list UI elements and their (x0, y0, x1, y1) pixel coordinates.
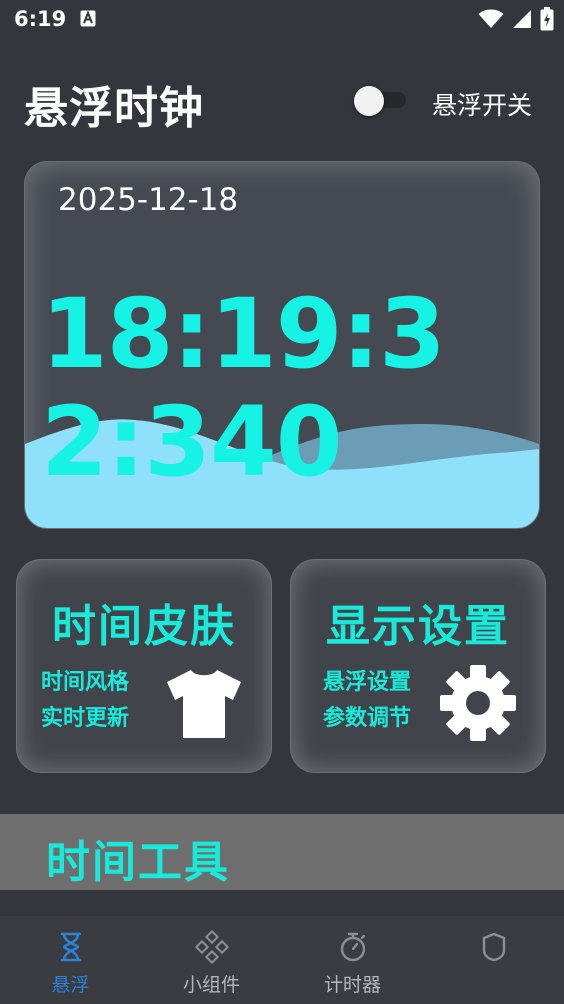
nav-item-float[interactable]: 悬浮 (0, 916, 141, 1004)
clock-time: 18:19:32:340 (41, 278, 446, 498)
clock-card: 2025-12-18 18:19:32:340 (25, 162, 539, 528)
notification-a-icon (80, 10, 96, 27)
display-settings-line2: 参数调节 (323, 706, 412, 731)
status-time: 6:19 (14, 7, 67, 31)
nav-item-timer[interactable]: 计时器 (282, 916, 423, 1004)
bottom-nav: 悬浮 小组件 计时器 (0, 916, 564, 1004)
tshirt-icon (167, 670, 241, 738)
app-title: 悬浮时钟 (24, 83, 204, 134)
time-skin-line1: 时间风格 (41, 670, 130, 695)
nav-label-float: 悬浮 (51, 974, 90, 996)
status-bar: 6:19 (0, 0, 564, 40)
wifi-icon (478, 9, 504, 28)
clock-date: 2025-12-18 (58, 182, 239, 218)
float-toggle-label: 悬浮开关 (432, 91, 533, 120)
nav-label-timer: 计时器 (323, 974, 381, 996)
time-tools-section: 时间工具 (0, 814, 564, 890)
time-skin-title: 时间皮肤 (52, 601, 236, 652)
hourglass-icon (60, 932, 81, 962)
nav-label-widgets: 小组件 (182, 974, 240, 996)
float-toggle[interactable] (354, 86, 408, 116)
gear-icon (440, 665, 516, 741)
time-skin-line2: 实时更新 (41, 706, 130, 731)
time-skin-card[interactable]: 时间皮肤 时间风格 实时更新 (17, 560, 271, 772)
display-settings-line1: 悬浮设置 (323, 670, 412, 695)
display-settings-title: 显示设置 (326, 601, 510, 652)
signal-icon (513, 10, 531, 28)
nav-item-widgets[interactable]: 小组件 (141, 916, 282, 1004)
shield-icon (482, 932, 505, 962)
battery-icon (540, 7, 554, 31)
widget-icon (194, 930, 229, 964)
display-settings-card[interactable]: 显示设置 悬浮设置 参数调节 (291, 560, 545, 772)
nav-item-shield[interactable] (423, 916, 564, 1004)
time-tools-title: 时间工具 (46, 837, 230, 888)
toggle-thumb (354, 86, 384, 116)
stopwatch-icon (340, 932, 365, 962)
